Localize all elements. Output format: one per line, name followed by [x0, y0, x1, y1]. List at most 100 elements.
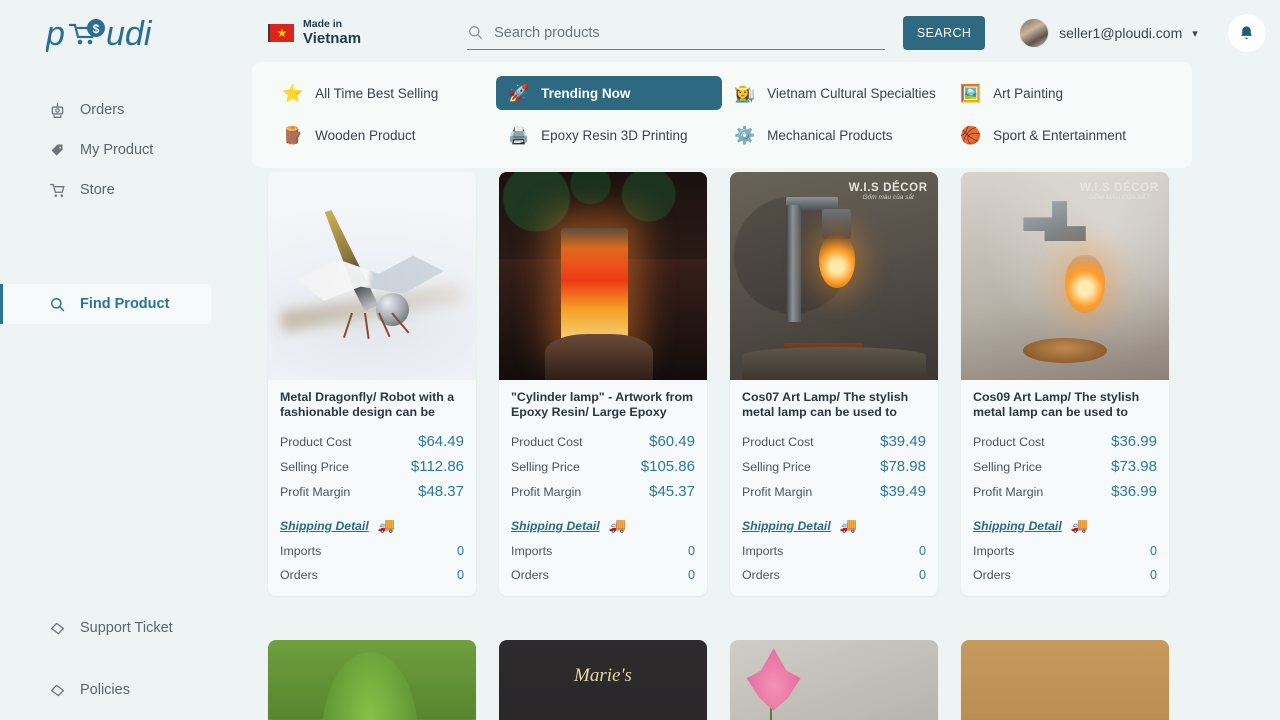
shipping-detail-row: Shipping Detail 🚚	[742, 517, 926, 534]
product-image[interactable]	[268, 640, 476, 720]
vietnam-flag-icon: ★	[268, 23, 294, 42]
category-label: Mechanical Products	[767, 127, 893, 143]
category-label: Art Painting	[993, 85, 1063, 101]
truck-icon: 🚚	[608, 517, 627, 533]
orders-row: Orders 0	[742, 568, 926, 582]
product-card[interactable]: "Cylinder lamp" - Artwork from Epoxy Res…	[499, 172, 707, 596]
product-card[interactable]	[961, 640, 1169, 720]
product-image[interactable]	[268, 172, 476, 380]
category-epoxy-resin-3d-printing[interactable]: 🖨️ Epoxy Resin 3D Printing	[496, 118, 722, 152]
selling-price-label: Selling Price	[742, 460, 811, 474]
selling-price-row: Selling Price $105.86	[511, 458, 695, 475]
orders-value: 0	[456, 568, 464, 582]
category-all-time-best-selling[interactable]: ⭐ All Time Best Selling	[270, 76, 496, 110]
brand-caption: Marie's	[574, 664, 632, 686]
search-button[interactable]: SEARCH	[903, 16, 986, 50]
sidebar-item-find-product[interactable]: Find Product	[0, 284, 211, 324]
product-cost-row: Product Cost $60.49	[511, 433, 695, 450]
product-card[interactable]: Metal Dragonfly/ Robot with a fashionabl…	[268, 172, 476, 596]
category-sport-entertainment[interactable]: 🏀 Sport & Entertainment	[948, 118, 1174, 152]
shipping-detail-row: Shipping Detail 🚚	[973, 517, 1157, 534]
product-card[interactable]	[268, 640, 476, 720]
product-card[interactable]: W.I.S DÉCOR Gốm màu của sắt Cos07 Art La…	[730, 172, 938, 596]
account-menu[interactable]: seller1@ploudi.com ▾	[1019, 18, 1198, 48]
category-label: Sport & Entertainment	[993, 127, 1126, 143]
orders-row: Orders 0	[280, 568, 464, 582]
product-image[interactable]	[730, 640, 938, 720]
cart-dollar-icon: p $ udi	[46, 15, 153, 53]
sidebar-item-orders[interactable]: Orders	[0, 90, 252, 130]
sidebar-item-support-ticket[interactable]: Support Ticket	[0, 608, 252, 648]
category-label: Epoxy Resin 3D Printing	[541, 127, 688, 143]
flower-stem	[769, 706, 772, 720]
orders-value: 0	[687, 568, 695, 582]
avatar	[1019, 18, 1050, 48]
shipping-detail-link[interactable]: Shipping Detail	[280, 519, 369, 533]
category-art-painting[interactable]: 🖼️ Art Painting	[948, 76, 1174, 110]
tag-icon	[48, 141, 66, 159]
chevron-down-icon[interactable]: ▾	[1192, 27, 1198, 40]
bell-icon	[1241, 25, 1253, 39]
category-wooden-product[interactable]: 🪵 Wooden Product	[270, 118, 496, 152]
sidebar: p $ udi Orders My Product Store Find Pro…	[0, 0, 252, 720]
painting-icon: 🖼️	[960, 83, 982, 103]
product-title: Cos09 Art Lamp/ The stylish metal lamp c…	[973, 390, 1140, 420]
product-card[interactable]: W.I.S DÉCOR GỐM MÀU CỦA SẮT Cos09 Art La…	[961, 172, 1169, 596]
brand-logo[interactable]: p $ udi	[0, 0, 252, 66]
orders-value: 0	[918, 568, 926, 582]
svg-text:p: p	[46, 15, 65, 53]
product-cost-row: Product Cost $36.99	[973, 433, 1157, 450]
orders-icon	[48, 101, 66, 119]
product-image[interactable]	[499, 172, 707, 380]
search-input[interactable]	[494, 24, 855, 41]
imports-label: Imports	[973, 544, 1015, 558]
profit-margin-row: Profit Margin $45.37	[511, 483, 695, 500]
sidebar-item-store[interactable]: Store	[0, 170, 252, 210]
app-root: p $ udi Orders My Product Store Find Pro…	[0, 0, 1280, 720]
category-vietnam-cultural-specialties[interactable]: 👩‍🌾 Vietnam Cultural Specialties	[722, 76, 948, 110]
selling-price-value: $112.86	[410, 458, 464, 475]
profit-margin-value: $45.37	[649, 483, 695, 500]
product-card[interactable]: Marie's	[499, 640, 707, 720]
sidebar-item-label: Orders	[80, 102, 125, 118]
wood-icon: 🪵	[282, 125, 304, 145]
product-card[interactable]	[730, 640, 938, 720]
sidebar-item-label: Policies	[80, 682, 130, 698]
product-image[interactable]	[961, 640, 1169, 720]
shipping-detail-link[interactable]: Shipping Detail	[973, 519, 1062, 533]
product-image[interactable]: W.I.S DÉCOR GỐM MÀU CỦA SẮT	[961, 172, 1169, 380]
shipping-detail-link[interactable]: Shipping Detail	[511, 519, 600, 533]
category-mechanical-products[interactable]: ⚙️ Mechanical Products	[722, 118, 948, 152]
shipping-detail-link[interactable]: Shipping Detail	[742, 519, 831, 533]
product-title: Metal Dragonfly/ Robot with a fashionabl…	[280, 390, 455, 420]
truck-icon: 🚚	[377, 517, 396, 533]
product-cost-label: Product Cost	[742, 435, 814, 449]
product-cost-label: Product Cost	[511, 435, 583, 449]
selling-price-label: Selling Price	[280, 460, 349, 474]
product-image[interactable]: Marie's	[499, 640, 707, 720]
top-header: ★ Made in Vietnam SEARCH seller1@ploudi.…	[252, 0, 1280, 66]
profit-margin-value: $36.99	[1111, 483, 1157, 500]
category-label: Wooden Product	[315, 127, 416, 143]
made-in-text: Made in Vietnam	[303, 18, 361, 47]
star-icon: ⭐	[282, 83, 304, 103]
sidebar-item-policies[interactable]: Policies	[0, 670, 252, 710]
profit-margin-label: Profit Margin	[742, 485, 813, 499]
orders-value: 0	[1149, 568, 1157, 582]
product-cost-label: Product Cost	[973, 435, 1045, 449]
sidebar-nav-mid: Find Product	[0, 284, 252, 324]
selling-price-row: Selling Price $112.86	[280, 458, 464, 475]
sidebar-item-my-product[interactable]: My Product	[0, 130, 252, 170]
orders-label: Orders	[511, 568, 549, 582]
watermark-line1: W.I.S DÉCOR	[1079, 182, 1159, 195]
ticket-icon	[48, 619, 66, 637]
sidebar-item-label: My Product	[80, 142, 154, 158]
search-bar[interactable]	[467, 17, 886, 50]
resin-block	[561, 228, 628, 345]
product-cost-row: Product Cost $64.49	[280, 433, 464, 450]
category-trending-now[interactable]: 🚀 Trending Now	[496, 76, 722, 110]
shipping-detail-row: Shipping Detail 🚚	[280, 517, 464, 534]
notifications-button[interactable]	[1227, 14, 1266, 52]
orders-label: Orders	[280, 568, 318, 582]
product-image[interactable]: W.I.S DÉCOR Gốm màu của sắt	[730, 172, 938, 380]
